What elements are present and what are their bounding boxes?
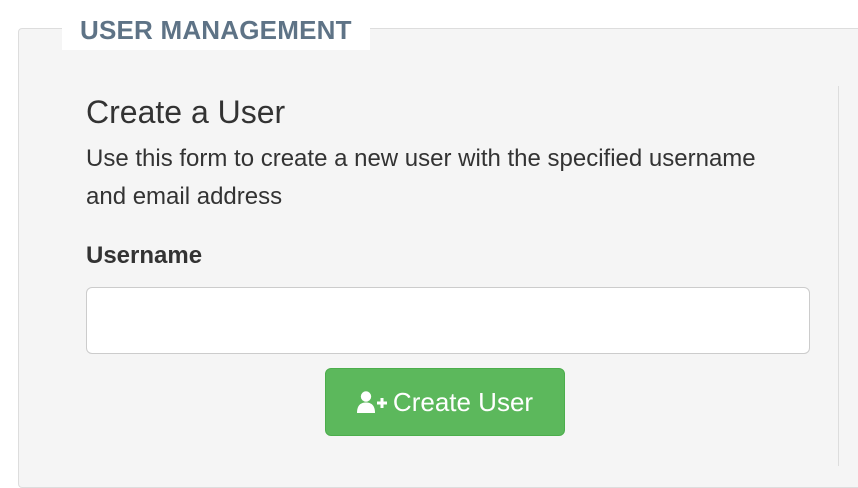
form-title: Create a User <box>86 94 286 130</box>
user-plus-icon <box>356 390 387 414</box>
form-description: Use this form to create a new user with … <box>86 145 756 210</box>
create-user-button[interactable]: Create User <box>325 368 565 436</box>
panel-divider <box>838 86 839 466</box>
username-label: Username <box>86 242 203 269</box>
section-legend: USER MANAGEMENT <box>62 10 370 50</box>
create-user-label: Create User <box>392 386 534 417</box>
username-input[interactable] <box>86 287 810 354</box>
